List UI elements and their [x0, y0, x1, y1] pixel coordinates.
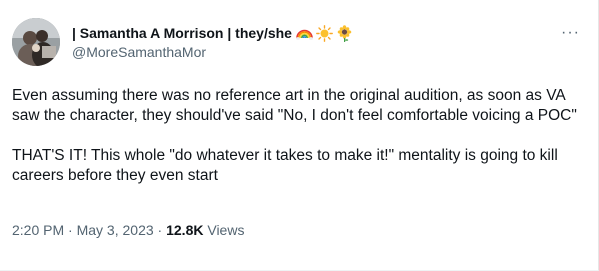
sun-icon [316, 24, 333, 42]
tweet-time[interactable]: 2:20 PM [12, 222, 64, 238]
meta-separator: · [153, 222, 167, 238]
rainbow-icon [295, 25, 313, 42]
author-name[interactable]: | Samantha A Morrison | they/she [72, 25, 292, 41]
tweet-text: Even assuming there was no reference art… [12, 86, 587, 186]
author-handle[interactable]: @MoreSamanthaMor [72, 44, 558, 62]
tweet-header: | Samantha A Morrison | they/she @MoreSa… [72, 24, 558, 62]
tweet-card: | Samantha A Morrison | they/she @MoreSa… [0, 0, 599, 271]
meta-separator: · [64, 222, 77, 238]
tweet-paragraph: THAT'S IT! This whole "do whatever it ta… [12, 147, 563, 184]
more-options-icon[interactable]: ··· [561, 25, 580, 41]
tweet-date[interactable]: May 3, 2023 [77, 222, 154, 238]
avatar[interactable] [12, 18, 60, 66]
views-label: Views [203, 222, 245, 238]
sunflower-icon [336, 24, 353, 42]
author-name-row[interactable]: | Samantha A Morrison | they/she [72, 24, 558, 42]
tweet-paragraph: Even assuming there was no reference art… [12, 87, 577, 124]
tweet-meta: 2:20 PM · May 3, 2023 · 12.8K Views [12, 222, 244, 238]
views-count[interactable]: 12.8K [166, 222, 203, 238]
avatar-photo-icon [12, 18, 60, 66]
